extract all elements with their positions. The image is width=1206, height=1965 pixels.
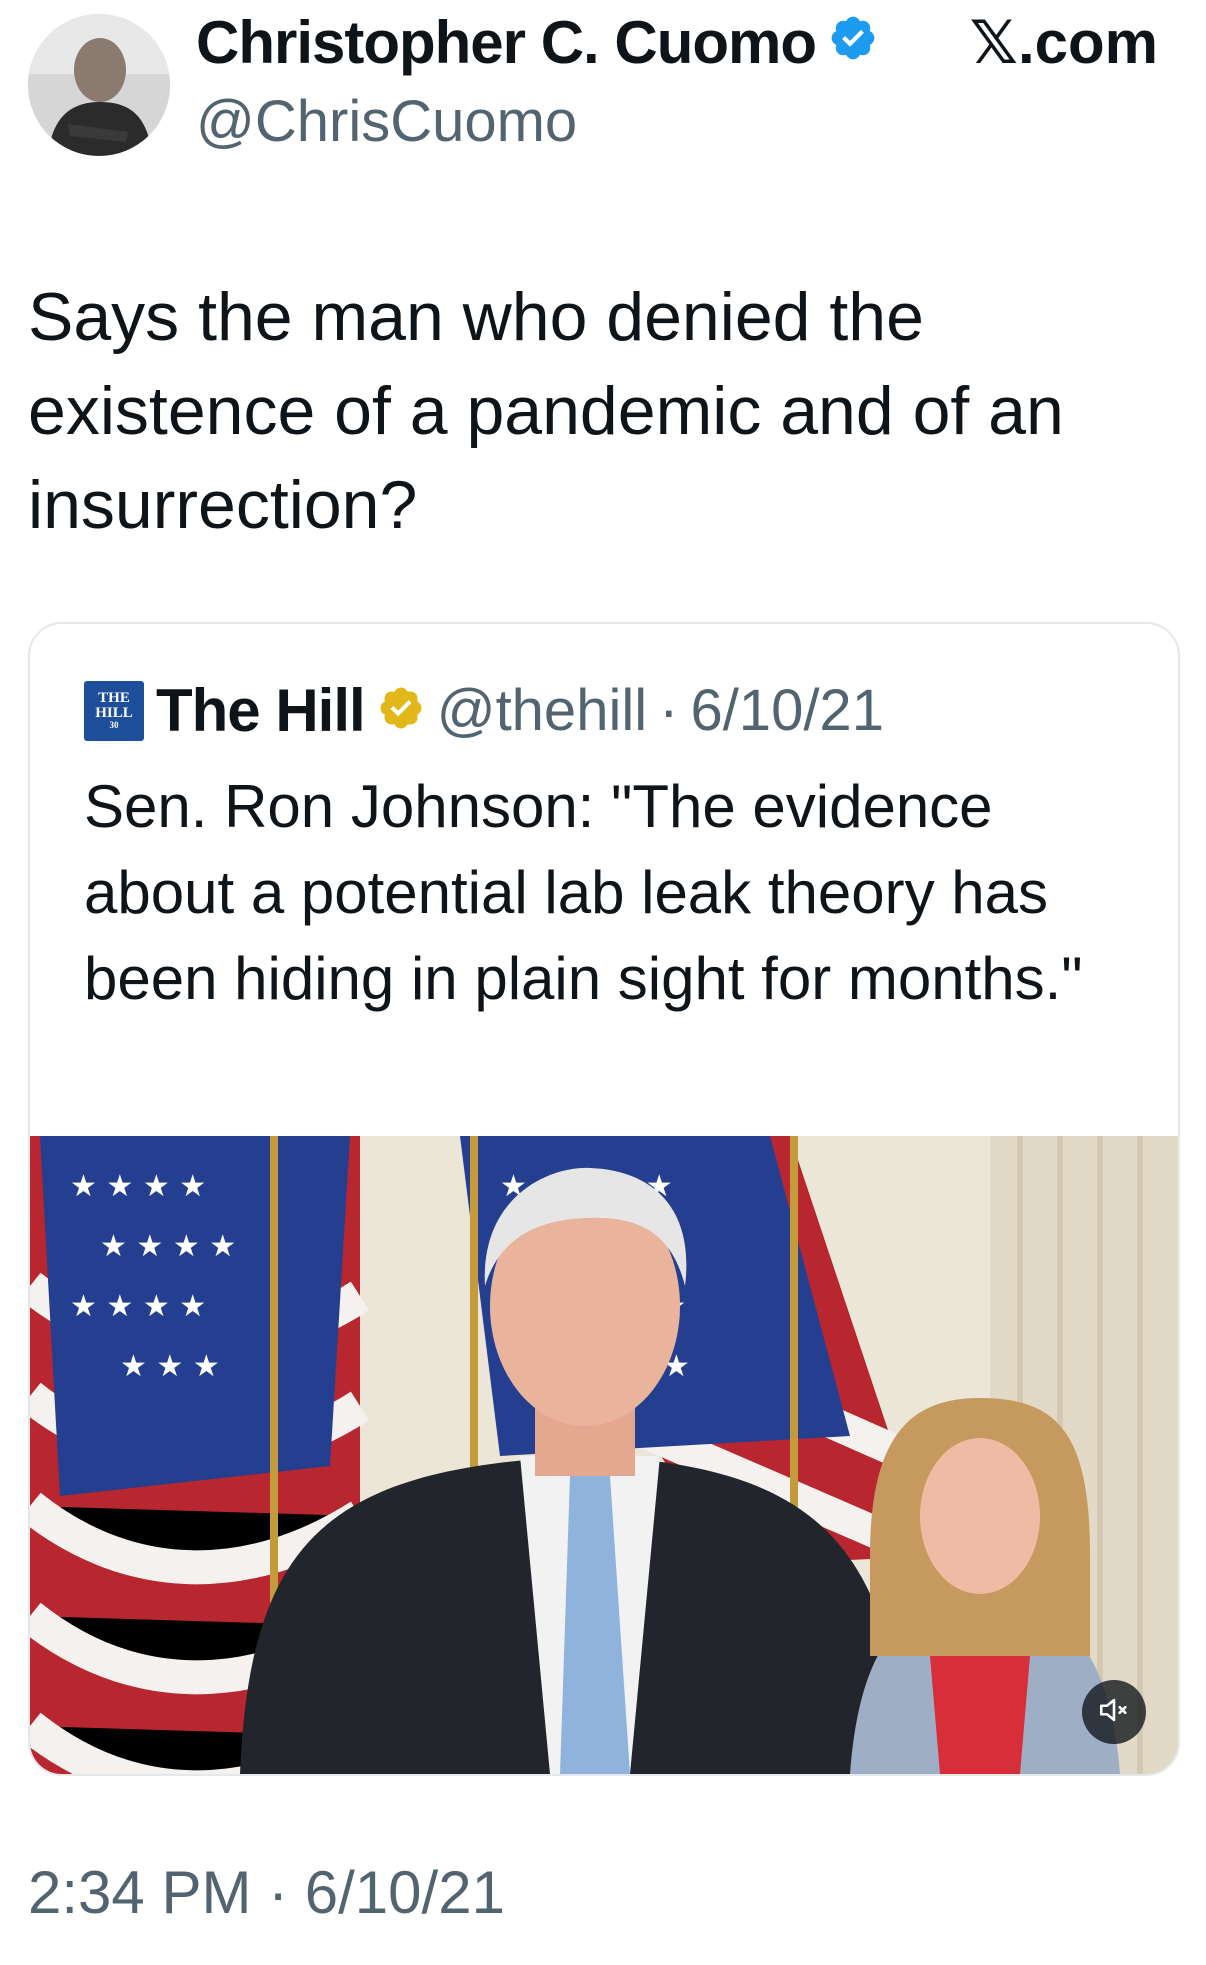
quoted-tweet-text: Sen. Ron Johnson: "The evidence about a … [84,773,1083,1012]
quoted-tweet-header: THE HILL 30 The Hill @thehill · 6/10/21 [84,676,884,745]
quoted-tweet-video[interactable]: ★ ★ ★ ★★ ★ ★ ★ ★ ★ ★ ★★ ★ ★ ★ ★ ★ ★ ★★ ★… [30,1136,1178,1774]
mute-button[interactable] [1082,1680,1146,1744]
mute-icon [1097,1693,1131,1732]
author-handle[interactable]: @ChrisCuomo [196,88,577,155]
x-site-label: 𝕏.com [969,9,1158,76]
svg-text:★ ★ ★ ★: ★ ★ ★ ★ [70,1289,206,1324]
tweet-text: Says the man who denied the existence of… [28,279,1064,543]
quoted-tweet-date[interactable]: 6/10/21 [690,677,884,744]
author-name-text: Christopher C. Cuomo [196,9,817,76]
quoted-tweet-card[interactable]: THE HILL 30 The Hill @thehill · 6/10/21 Se… [28,622,1180,1776]
svg-text:★ ★ ★ ★: ★ ★ ★ ★ [70,1169,206,1204]
tweet-timestamp[interactable]: 2:34 PM · 6/10/21 [28,1858,505,1927]
quoted-author-name[interactable]: The Hill [156,676,366,745]
verified-badge-icon [828,8,878,77]
separator-dot: · [659,678,679,743]
svg-text:★ ★ ★: ★ ★ ★ [120,1349,220,1384]
the-hill-logo[interactable]: THE HILL 30 [84,680,144,741]
verified-gold-badge-icon [377,684,425,737]
author-display-name[interactable]: Christopher C. Cuomo [196,8,878,77]
quoted-author-handle[interactable]: @thehill [437,677,647,744]
author-avatar[interactable] [28,14,170,156]
svg-text:★ ★ ★ ★: ★ ★ ★ ★ [100,1229,236,1264]
video-frame: ★ ★ ★ ★★ ★ ★ ★ ★ ★ ★ ★★ ★ ★ ★ ★ ★ ★ ★★ ★… [30,1136,1178,1774]
